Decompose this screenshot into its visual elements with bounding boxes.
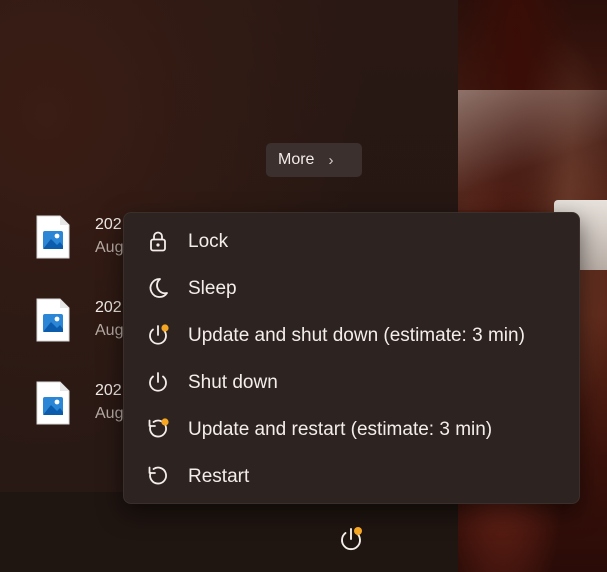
start-menu-footer [0,492,458,572]
menu-item-restart[interactable]: Restart [124,453,579,499]
menu-item-shut-down[interactable]: Shut down [124,359,579,405]
more-button-label: More [278,151,315,168]
more-button[interactable]: More › [266,143,362,177]
menu-item-label: Sleep [188,278,237,299]
image-file-icon [36,215,70,259]
menu-item-lock[interactable]: Lock [124,218,579,264]
recommended-file-item[interactable]: 202 Aug [36,298,136,346]
image-file-icon [36,381,70,425]
lock-icon [150,231,166,252]
menu-item-label: Shut down [188,372,278,393]
power-icon [149,372,167,392]
menu-item-update-restart[interactable]: Update and restart (estimate: 3 min) [124,406,579,452]
wallpaper-highlight [458,90,607,210]
recommended-file-item[interactable]: 202 Aug [36,381,136,429]
restart-update-icon [148,418,169,438]
file-subtitle: Aug [95,239,124,256]
file-subtitle: Aug [95,405,124,422]
menu-item-label: Update and restart (estimate: 3 min) [188,419,493,440]
menu-item-label: Restart [188,466,250,487]
chevron-right-icon: › [328,151,334,169]
menu-item-sleep[interactable]: Sleep [124,265,579,311]
menu-item-label: Lock [188,231,229,252]
menu-item-label: Update and shut down (estimate: 3 min) [188,325,525,346]
power-update-icon [149,324,169,345]
moon-icon [149,278,168,298]
file-title: 202 [95,299,122,316]
image-file-icon [36,298,70,342]
power-button-icon[interactable] [337,525,365,553]
power-options-menu: Lock Sleep Update and shut down (estimat… [123,212,580,504]
file-title: 202 [95,216,122,233]
menu-item-update-shut-down[interactable]: Update and shut down (estimate: 3 min) [124,312,579,358]
restart-icon [148,466,167,485]
recommended-file-item[interactable]: 202 Aug [36,215,136,263]
file-title: 202 [95,382,122,399]
file-subtitle: Aug [95,322,124,339]
